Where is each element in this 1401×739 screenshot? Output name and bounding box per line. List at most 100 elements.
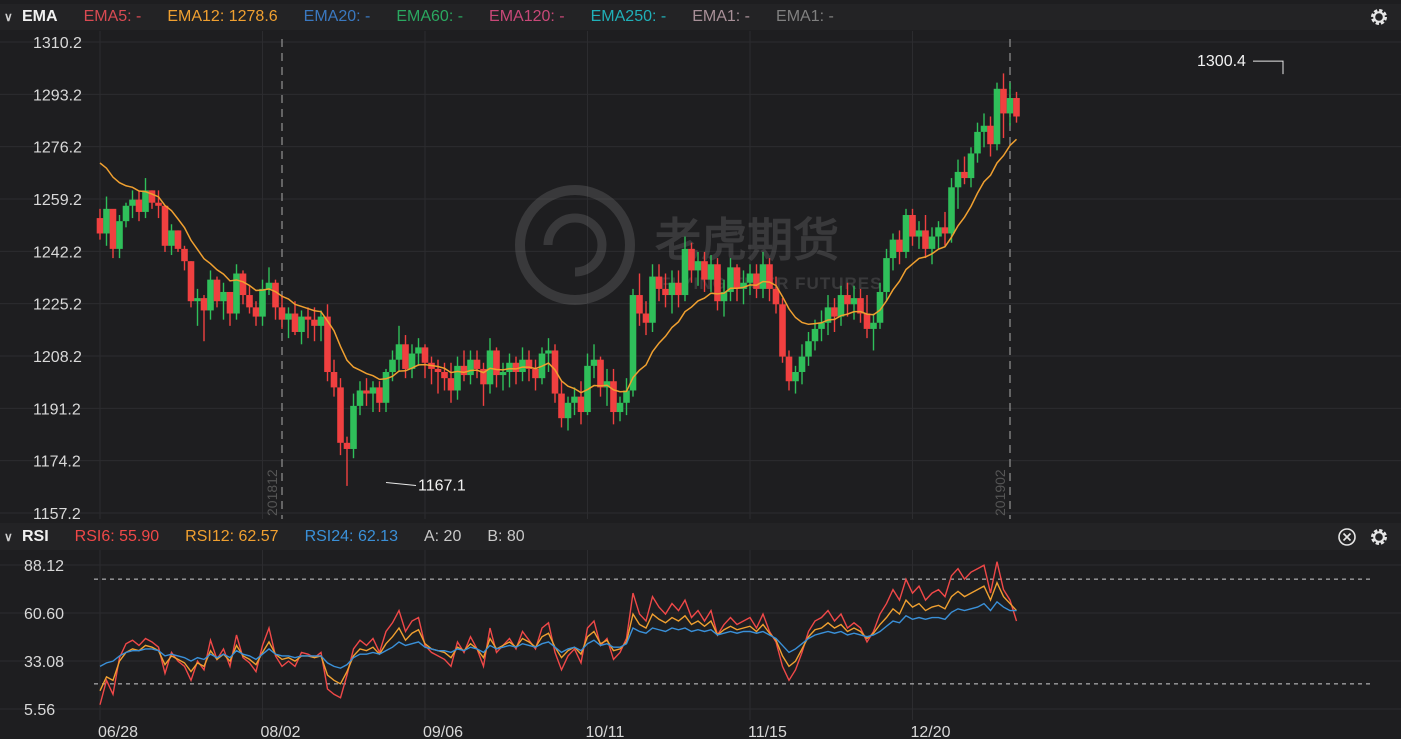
main-legend: EMA5: - EMA12: 1278.6 EMA20: - EMA60: - EMA1… — [84, 8, 860, 26]
gear-icon[interactable] — [1369, 7, 1389, 27]
legend-item: A: 20 — [423, 527, 462, 545]
candle-body — [961, 171, 968, 179]
candle-body — [811, 328, 819, 342]
candle-body — [382, 372, 390, 403]
candle-body — [239, 273, 247, 296]
main-panel-title: EMA — [22, 8, 58, 25]
candle-body — [187, 261, 195, 302]
candle-body — [142, 190, 149, 212]
candle-body — [701, 261, 708, 280]
candle-body — [135, 199, 143, 212]
candle-body — [935, 227, 942, 237]
rsi-chart[interactable]: 88.12 60.60 33.08 5.56 06/28 08/02 09/06 10/11 1… — [0, 550, 1401, 739]
chevron-down-icon[interactable]: ∨ — [4, 530, 16, 544]
candle-body — [837, 295, 845, 317]
annotation-label: 1300.4 — [1197, 53, 1246, 70]
candle-body — [909, 215, 916, 237]
close-icon[interactable] — [1337, 527, 1357, 547]
candle-body — [1013, 98, 1020, 117]
candle-body — [363, 390, 370, 394]
candle-body — [616, 402, 624, 413]
candle-body — [259, 288, 266, 317]
candle-body — [343, 442, 351, 449]
candle-body — [194, 298, 201, 302]
candle-body — [844, 295, 851, 305]
candle-body — [486, 350, 494, 385]
x-tick-label: 09/06 — [423, 724, 463, 739]
legend-item: EMA250: - — [590, 8, 667, 25]
candle-body — [376, 387, 383, 403]
y-tick-label: 88.12 — [24, 558, 64, 575]
watermark-logo: 老虎期货FLYING TIGER FUTURES — [515, 185, 881, 305]
candle-body — [779, 304, 786, 357]
candle-body — [629, 295, 637, 391]
candle-body — [395, 344, 403, 360]
y-tick-label: 5.56 — [24, 702, 55, 719]
candle-body — [226, 291, 234, 314]
candle-body — [168, 230, 175, 246]
candle-body — [317, 316, 325, 326]
legend-item: RSI24: 62.13 — [304, 527, 398, 545]
candle-body — [681, 248, 689, 296]
candle-body — [974, 131, 981, 154]
candle-body — [506, 362, 513, 373]
candle-body — [948, 187, 955, 234]
candle-body — [746, 273, 754, 283]
candle-body — [291, 313, 299, 332]
legend-item: EMA20: - — [303, 8, 371, 25]
month-marker-label: 201902 — [992, 469, 1008, 516]
candle-body — [733, 267, 741, 289]
candle-body — [161, 205, 169, 246]
candle-body — [298, 316, 305, 332]
candle-body — [532, 368, 539, 379]
candle-body — [447, 378, 455, 391]
candle-body — [850, 298, 858, 305]
candle-body — [798, 356, 806, 373]
y-tick-label: 33.08 — [24, 654, 64, 671]
candle-body — [753, 273, 760, 289]
gear-icon[interactable] — [1369, 527, 1389, 547]
x-tick-label: 12/20 — [911, 724, 951, 739]
candle-body — [805, 341, 812, 357]
candle-body — [207, 279, 214, 311]
candle-body — [694, 261, 702, 271]
y-tick-label: 1242.2 — [33, 244, 82, 261]
legend-item: EMA1: - — [776, 8, 834, 25]
candle-body — [714, 264, 721, 302]
legend-item: EMA12: 1278.6 — [167, 8, 278, 25]
candle-body — [564, 402, 572, 419]
candle-body — [967, 153, 975, 179]
candle-body — [519, 359, 526, 373]
candle-body — [571, 396, 578, 403]
candle-body — [454, 365, 461, 391]
candle-body — [928, 236, 936, 249]
candle-body — [148, 190, 156, 203]
watermark-ring — [515, 185, 635, 305]
legend-item: B: 80 — [487, 527, 525, 545]
candle-body — [473, 359, 481, 369]
candle-body — [597, 359, 604, 388]
rsi-panel-toggle[interactable]: ∨ RSI — [4, 528, 49, 546]
candle-body — [954, 171, 962, 188]
candle-body — [103, 208, 110, 234]
candle-body — [116, 221, 123, 249]
chevron-down-icon[interactable]: ∨ — [4, 10, 16, 24]
candle-body — [889, 239, 897, 259]
candle-body — [122, 205, 130, 222]
y-tick-label: 1293.2 — [33, 87, 82, 104]
candle-body — [421, 347, 429, 363]
candle-body — [265, 282, 273, 289]
candle-body — [688, 248, 695, 271]
candle-body — [174, 230, 182, 249]
annotation-leader — [385, 482, 417, 487]
candle-body — [246, 295, 253, 308]
candle-body — [129, 199, 136, 206]
main-panel-toggle[interactable]: ∨ EMA — [4, 8, 58, 26]
candle-body — [922, 230, 929, 249]
y-tick-label: 1259.2 — [33, 192, 82, 209]
main-chart[interactable]: 老虎期货FLYING TIGER FUTURES 201812 201902 1310… — [0, 31, 1401, 519]
main-panel-header: ∨ EMA EMA5: - EMA12: 1278.6 EMA20: - EMA60:… — [0, 4, 1401, 30]
candle-body — [337, 387, 344, 443]
rsi-panel-title: RSI — [22, 527, 49, 545]
candle-body — [707, 264, 715, 280]
